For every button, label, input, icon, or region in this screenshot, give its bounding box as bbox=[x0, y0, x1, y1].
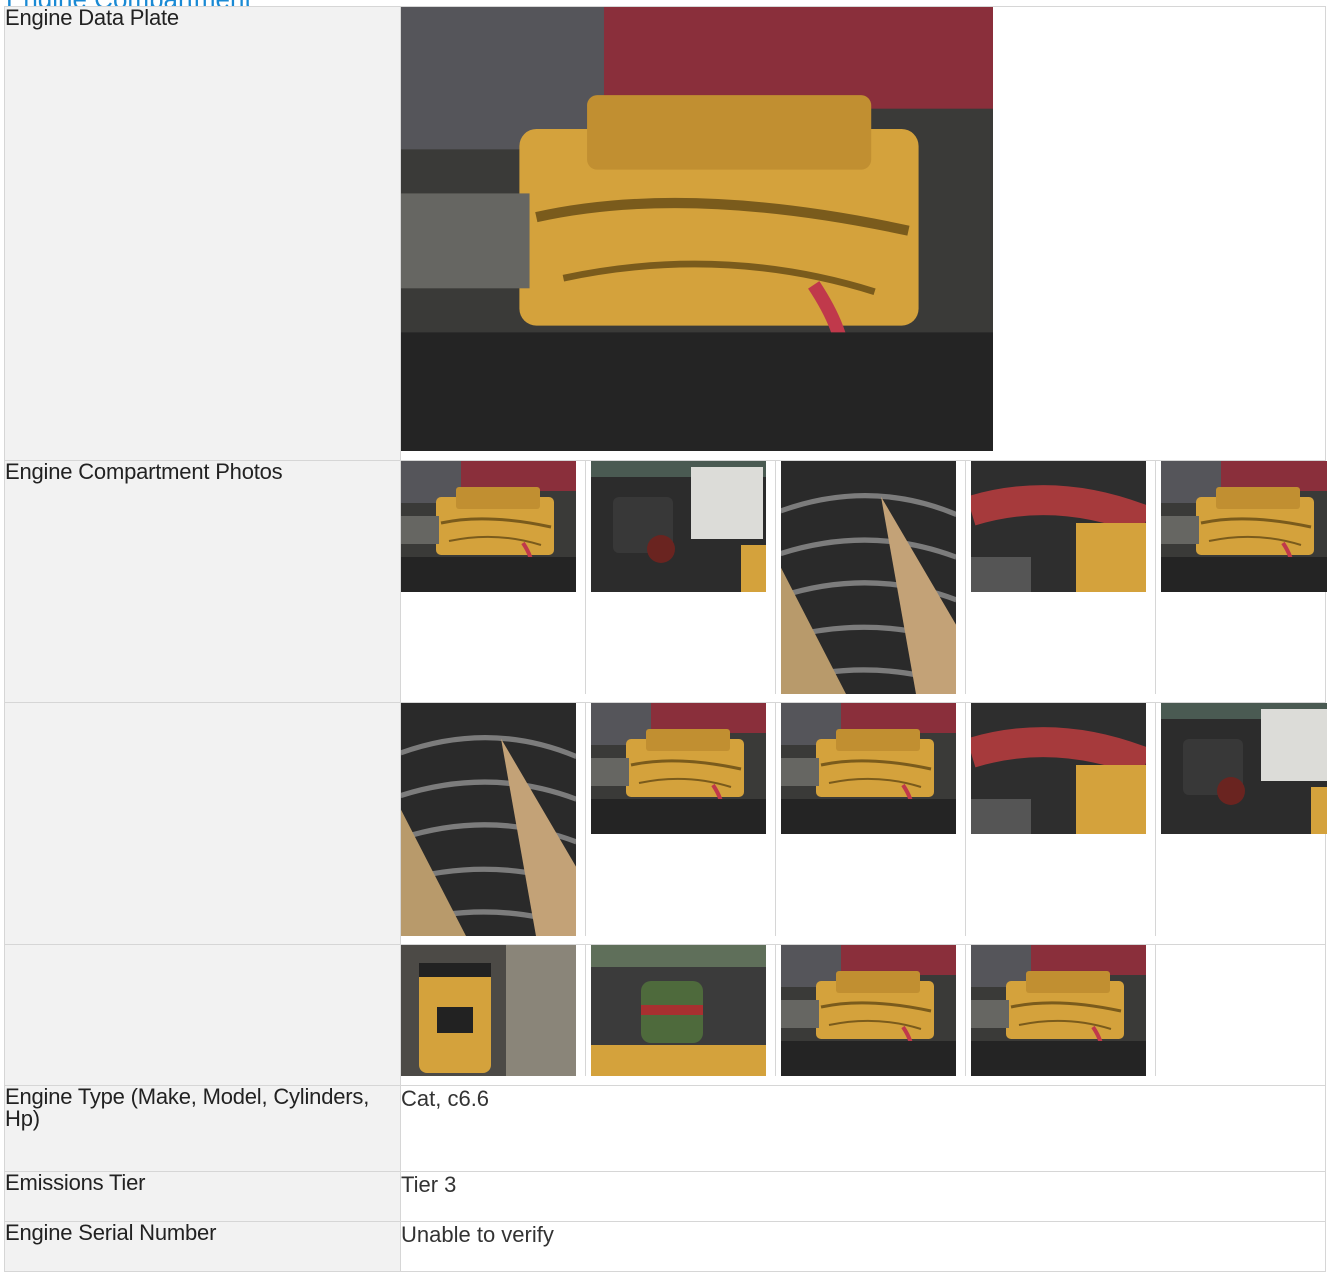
engine-serial-value: Unable to verify bbox=[400, 1221, 1326, 1272]
engine-photo-thumbnail[interactable] bbox=[781, 703, 956, 834]
empty-label bbox=[4, 702, 401, 945]
engine-photo-thumbnail[interactable] bbox=[401, 461, 576, 592]
engine-bay-photo-thumbnail[interactable] bbox=[1161, 461, 1327, 592]
photo-gallery bbox=[401, 945, 1325, 1076]
engine-photo-thumbnail[interactable] bbox=[591, 703, 766, 834]
engine-type-value: Cat, c6.6 bbox=[400, 1085, 1326, 1172]
row-engine-data-plate: Engine Data Plate bbox=[4, 6, 1326, 461]
engine-photo-thumbnail[interactable] bbox=[591, 461, 766, 592]
photo-cell bbox=[400, 460, 1326, 703]
photo-cell bbox=[400, 6, 1326, 461]
fuel-separator-photo-thumbnail[interactable] bbox=[591, 945, 766, 1076]
photo-gallery bbox=[401, 461, 1325, 694]
empty-label bbox=[4, 944, 401, 1086]
row-label: Engine Compartment Photos bbox=[4, 460, 401, 703]
photo-cell bbox=[400, 702, 1326, 945]
engine-photo-thumbnail[interactable] bbox=[971, 945, 1146, 1076]
row-label: Engine Type (Make, Model, Cylinders, Hp) bbox=[4, 1085, 401, 1172]
emissions-tier-value: Tier 3 bbox=[400, 1171, 1326, 1222]
row-emissions-tier: Emissions Tier Tier 3 bbox=[4, 1171, 1326, 1222]
row-engine-serial-number: Engine Serial Number Unable to verify bbox=[4, 1221, 1326, 1272]
fan-belt-photo-thumbnail[interactable] bbox=[401, 703, 576, 936]
coolant-tank-photo-thumbnail[interactable] bbox=[1161, 703, 1327, 834]
row-photos-continued bbox=[4, 944, 1326, 1086]
engine-photo-thumbnail[interactable] bbox=[781, 945, 956, 1076]
radiator-fan-photo-thumbnail[interactable] bbox=[781, 461, 956, 694]
intake-hose-photo-thumbnail[interactable] bbox=[971, 703, 1146, 834]
row-label: Engine Data Plate bbox=[4, 6, 401, 461]
row-engine-type: Engine Type (Make, Model, Cylinders, Hp)… bbox=[4, 1085, 1326, 1172]
photo-cell bbox=[400, 944, 1326, 1086]
row-engine-compartment-photos: Engine Compartment Photos bbox=[4, 460, 1326, 703]
row-photos-continued bbox=[4, 702, 1326, 945]
oil-filter-photo-thumbnail[interactable] bbox=[401, 945, 576, 1076]
engine-compartment-table: Engine Data Plate Engine Compartment Pho… bbox=[4, 6, 1326, 1272]
exhaust-manifold-photo-thumbnail[interactable] bbox=[971, 461, 1146, 592]
photo-gallery bbox=[401, 703, 1325, 936]
engine-data-plate-photo[interactable] bbox=[401, 7, 993, 451]
row-label: Engine Serial Number bbox=[4, 1221, 401, 1272]
row-label: Emissions Tier bbox=[4, 1171, 401, 1222]
